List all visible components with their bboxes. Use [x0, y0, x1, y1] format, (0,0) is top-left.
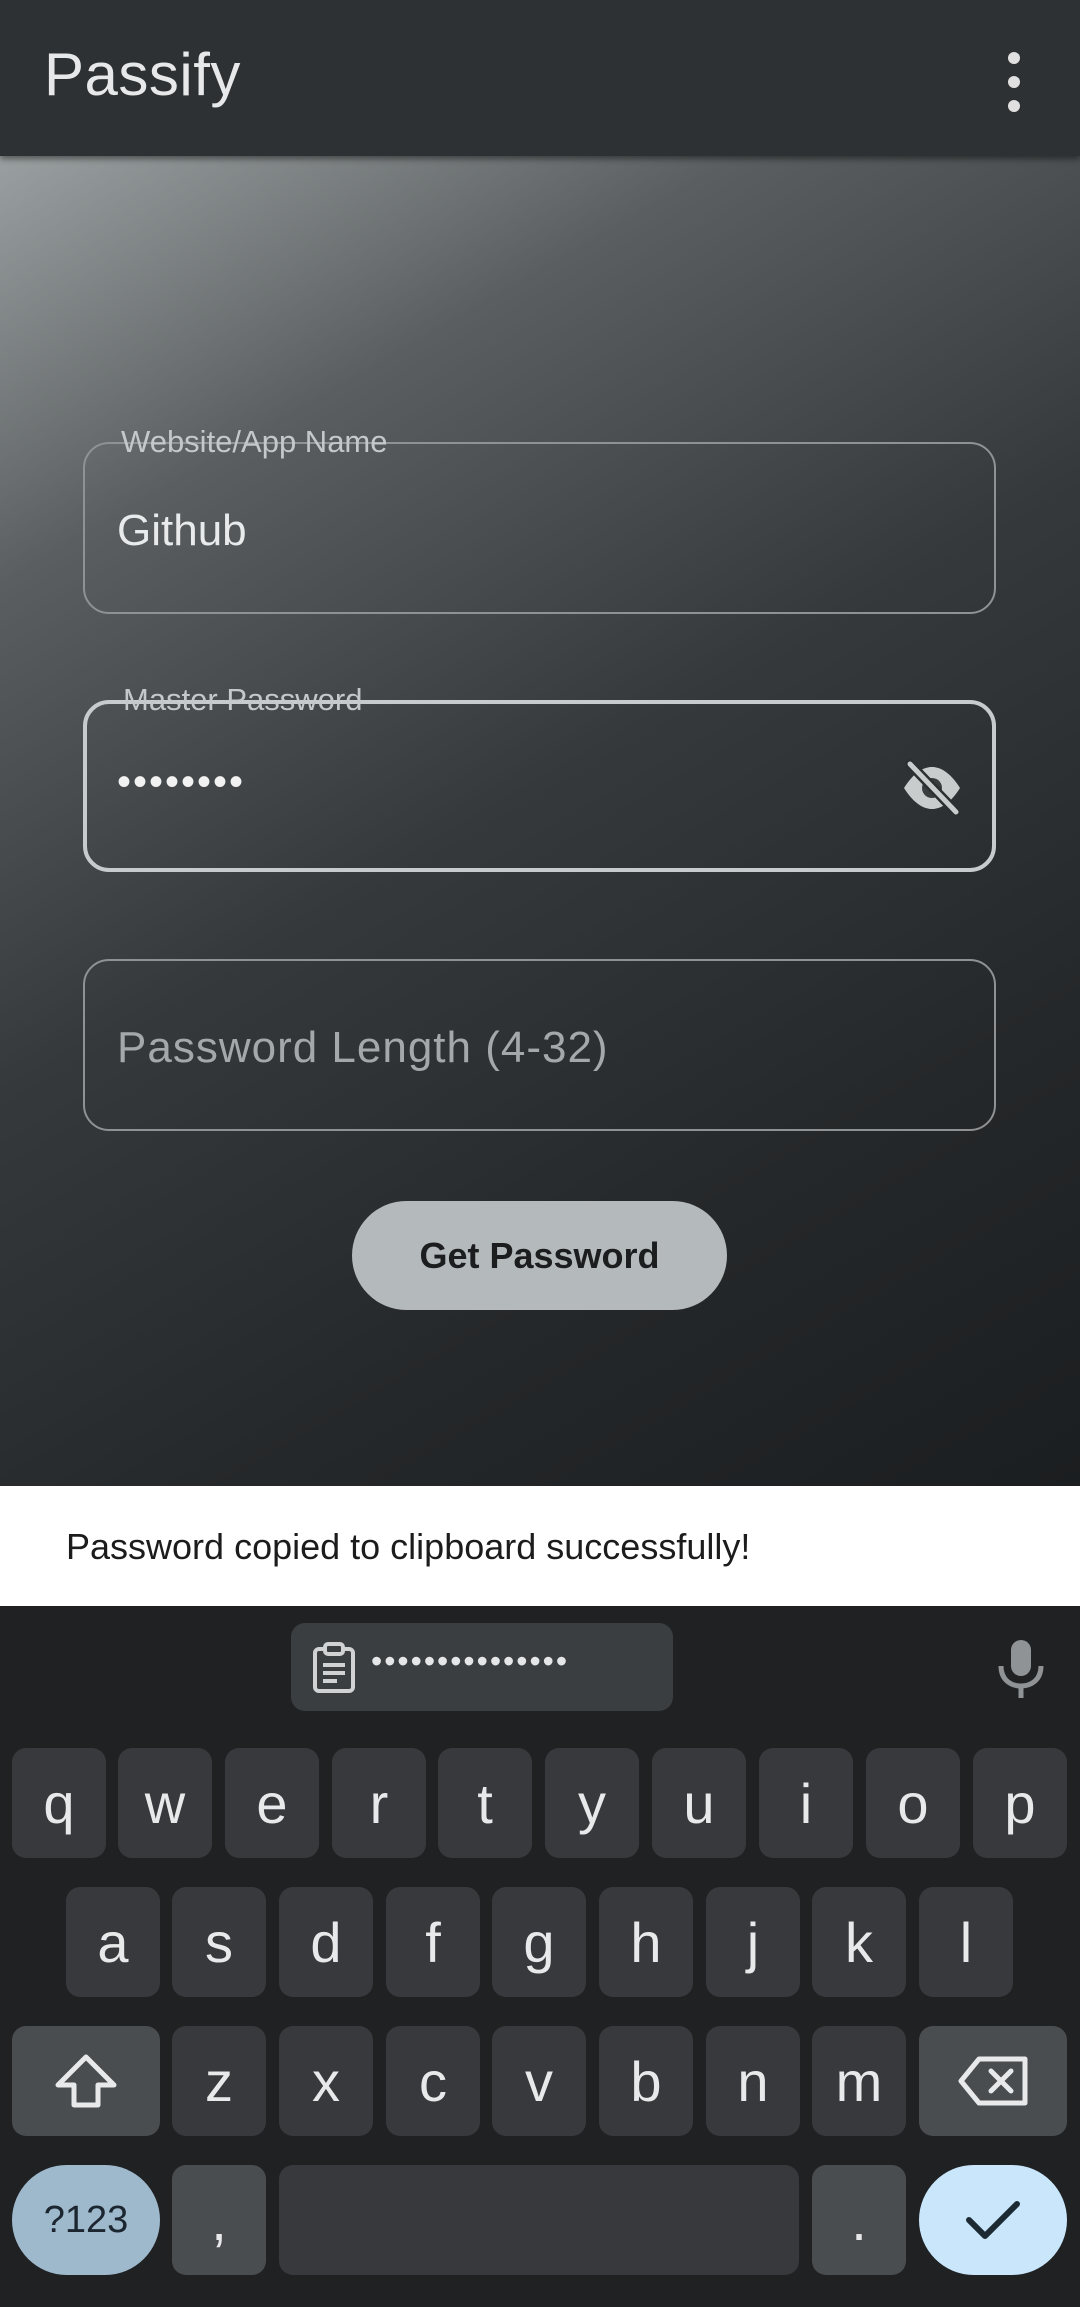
get-password-button[interactable]: Get Password [352, 1201, 727, 1310]
key-i[interactable]: i [759, 1748, 853, 1858]
website-field-label: Website/App Name [121, 424, 388, 459]
key-n[interactable]: n [706, 2026, 800, 2136]
backspace-key[interactable] [919, 2026, 1067, 2136]
password-length-field[interactable]: Password Length (4-32) [83, 959, 996, 1131]
key-r[interactable]: r [332, 1748, 426, 1858]
snackbar: Password copied to clipboard successfull… [0, 1486, 1080, 1606]
master-password-label: Master Password [123, 682, 363, 717]
key-d[interactable]: d [279, 1887, 373, 1997]
master-password-value: •••••••• [117, 760, 246, 804]
key-k[interactable]: k [812, 1887, 906, 1997]
app-bar: Passify [0, 0, 1080, 156]
clipboard-suggestion[interactable]: ••••••••••••••• [291, 1623, 673, 1711]
key-x[interactable]: x [279, 2026, 373, 2136]
symbols-key[interactable]: ?123 [12, 2165, 160, 2275]
key-w[interactable]: w [118, 1748, 212, 1858]
enter-key[interactable] [919, 2165, 1067, 2275]
backspace-icon [958, 2056, 1028, 2106]
snackbar-message: Password copied to clipboard successfull… [66, 1526, 751, 1567]
shift-key[interactable] [12, 2026, 160, 2136]
period-key[interactable]: . [812, 2165, 906, 2275]
visibility-off-icon[interactable] [900, 758, 964, 818]
app-title: Passify [44, 41, 241, 108]
key-m[interactable]: m [812, 2026, 906, 2136]
key-b[interactable]: b [599, 2026, 693, 2136]
key-e[interactable]: e [225, 1748, 319, 1858]
key-f[interactable]: f [386, 1887, 480, 1997]
clipboard-icon [313, 1642, 355, 1693]
key-q[interactable]: q [12, 1748, 106, 1858]
microphone-icon[interactable] [995, 1638, 1047, 1700]
key-o[interactable]: o [866, 1748, 960, 1858]
key-v[interactable]: v [492, 2026, 586, 2136]
key-p[interactable]: p [973, 1748, 1067, 1858]
shift-icon [55, 2054, 117, 2108]
checkmark-icon [966, 2201, 1020, 2239]
space-key[interactable] [279, 2165, 799, 2275]
key-l[interactable]: l [919, 1887, 1013, 1997]
soft-keyboard: ••••••••••••••• q w e r t y u i o p a s … [0, 1606, 1080, 2307]
clipboard-preview: ••••••••••••••• [371, 1643, 570, 1679]
comma-key[interactable]: , [172, 2165, 266, 2275]
main-content: Website/App Name Github Master Password … [0, 156, 1080, 1486]
key-s[interactable]: s [172, 1887, 266, 1997]
more-options-icon[interactable] [990, 52, 1038, 112]
key-c[interactable]: c [386, 2026, 480, 2136]
website-field-value: Github [117, 506, 247, 555]
key-j[interactable]: j [706, 1887, 800, 1997]
key-h[interactable]: h [599, 1887, 693, 1997]
master-password-field[interactable]: Master Password •••••••• [83, 682, 996, 872]
key-t[interactable]: t [438, 1748, 532, 1858]
key-y[interactable]: y [545, 1748, 639, 1858]
key-a[interactable]: a [66, 1887, 160, 1997]
website-field[interactable]: Website/App Name Github [83, 424, 996, 614]
key-u[interactable]: u [652, 1748, 746, 1858]
password-length-placeholder: Password Length (4-32) [117, 1023, 609, 1072]
key-g[interactable]: g [492, 1887, 586, 1997]
key-z[interactable]: z [172, 2026, 266, 2136]
